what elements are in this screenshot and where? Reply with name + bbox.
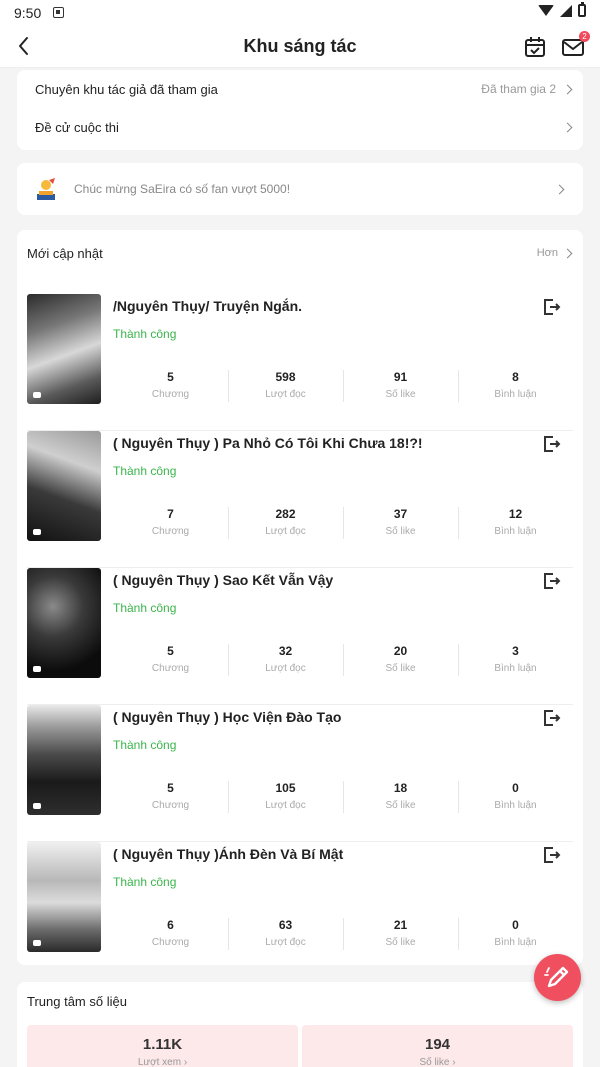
story-cover [27, 568, 101, 678]
stat-comments: 12 Bình luận [458, 507, 573, 541]
joined-zones-value: Đã tham gia 2 [481, 82, 556, 96]
stat-likes: 18 Số like [343, 781, 458, 815]
chevron-right-icon [562, 122, 573, 132]
story-stats: 5 Chương 32 Lượt đọc 20 Số like 3 Bình luận [113, 644, 573, 678]
stat-comments: 3 Bình luận [458, 644, 573, 678]
story-title: ( Nguyên Thụy ) Sao Kết Vẫn Vậy [113, 572, 334, 588]
stat-reads: 598 Lượt đọc [228, 370, 343, 404]
story-item[interactable]: ( Nguyên Thụy ) Học Viện Đào Tạo Thành c… [27, 705, 573, 842]
likes-label: Số like › [419, 1057, 456, 1067]
story-cover [27, 431, 101, 541]
story-status: Thành công [113, 738, 177, 752]
export-icon[interactable] [541, 297, 561, 317]
story-status: Thành công [113, 464, 177, 478]
story-title: ( Nguyên Thụy ) Học Viện Đào Tạo [113, 709, 342, 725]
fan-notice-text: Chúc mừng SaEira có số fan vượt 5000! [74, 182, 291, 196]
story-cover [27, 842, 101, 952]
story-stats: 5 Chương 598 Lượt đọc 91 Số like 8 Bình luận [113, 370, 573, 404]
story-item[interactable]: ( Nguyên Thụy ) Pa Nhỏ Có Tôi Khi Chưa 1… [27, 431, 573, 568]
likes-value: 194 [424, 1036, 451, 1053]
battery-icon [578, 2, 586, 17]
mail-badge: 2 [579, 31, 590, 42]
stat-likes: 91 Số like [343, 370, 458, 404]
chat-bubble-icon [33, 940, 41, 946]
story-item[interactable]: /Nguyên Thụy/ Truyện Ngắn. Thành công 5C… [27, 294, 573, 431]
top-links-card: Chuyên khu tác giả đã tham gia Đã tham g… [17, 70, 583, 150]
story-item[interactable]: ( Nguyên Thụy )Ánh Đèn Và Bí Mật Thành c… [27, 842, 573, 979]
chat-bubble-icon [33, 666, 41, 672]
contest-nomination-label: Đề cử cuộc thi [35, 119, 119, 135]
story-status: Thành công [113, 601, 177, 615]
fan-notice-card[interactable]: Chúc mừng SaEira có số fan vượt 5000! [17, 163, 583, 215]
stat-comments: 8 Bình luận [458, 370, 573, 404]
views-value: 1.11K [142, 1036, 183, 1053]
chevron-right-icon [562, 84, 573, 94]
stat-chapters: 5 Chương [151, 781, 190, 811]
page-title: Khu sáng tác [243, 36, 357, 56]
metrics-title: Trung tâm số liệu [27, 994, 127, 1009]
more-link[interactable]: Hơn [536, 247, 573, 259]
contest-nomination-row[interactable]: Đề cử cuộc thi [35, 108, 573, 146]
status-icons [538, 2, 586, 17]
updates-title: Mới cập nhật [27, 245, 103, 261]
stat-reads: 105 Lượt đọc [228, 781, 343, 815]
stat-chapters: 7 Chương [151, 507, 190, 537]
views-label: Lượt xem › [137, 1057, 188, 1067]
more-label: Hơn [536, 247, 558, 259]
write-fab-button[interactable] [534, 954, 581, 1001]
stat-comments: 0 Bình luận [458, 781, 573, 815]
export-icon[interactable] [541, 708, 561, 728]
export-icon[interactable] [541, 571, 561, 591]
stat-reads: 282 Lượt đọc [228, 507, 343, 541]
metrics-card: Trung tâm số liệu 1.11K Lượt xem › 194 S… [17, 982, 583, 1067]
notification-icon [53, 7, 64, 18]
views-metric[interactable]: 1.11K Lượt xem › [27, 1025, 298, 1067]
mail-button[interactable]: 2 [560, 31, 590, 60]
story-status: Thành công [113, 875, 177, 889]
chat-bubble-icon [33, 529, 41, 535]
chevron-right-icon [562, 248, 573, 258]
joined-zones-row[interactable]: Chuyên khu tác giả đã tham gia Đã tham g… [35, 70, 573, 108]
stat-chapters: 5 Chương [151, 370, 190, 400]
joined-zones-label: Chuyên khu tác giả đã tham gia [35, 81, 218, 97]
chevron-right-icon [554, 184, 565, 195]
export-icon[interactable] [541, 845, 561, 865]
wifi-icon [538, 5, 554, 16]
pencil-icon [544, 966, 569, 988]
stat-reads: 63 Lượt đọc [228, 918, 343, 952]
updates-header: Mới cập nhật Hơn [27, 244, 573, 262]
status-time: 9:50 [14, 5, 42, 21]
story-title: ( Nguyên Thụy )Ánh Đèn Và Bí Mật [113, 846, 344, 862]
app-bar: Khu sáng tác 2 [0, 26, 600, 68]
story-item[interactable]: ( Nguyên Thụy ) Sao Kết Vẫn Vậy Thành cô… [27, 568, 573, 705]
story-status: Thành công [113, 327, 177, 341]
calendar-icon[interactable] [522, 34, 548, 60]
updates-card: Mới cập nhật Hơn /Nguyên Thụy/ Truyện Ng… [17, 230, 583, 965]
story-stats: 7 Chương 282 Lượt đọc 37 Số like 12 Bình luậ… [113, 507, 573, 541]
stat-chapters: 5 Chương [151, 644, 190, 674]
fan-trophy-icon [37, 178, 55, 200]
export-icon[interactable] [541, 434, 561, 454]
status-bar: 9:50 [0, 0, 600, 26]
story-stats: 5 Chương 105 Lượt đọc 18 Số like 0 Bình luận [113, 781, 573, 815]
story-title: ( Nguyên Thụy ) Pa Nhỏ Có Tôi Khi Chưa 1… [113, 435, 423, 451]
stat-likes: 21 Số like [343, 918, 458, 952]
stat-comments: 0 Bình luận [458, 918, 573, 952]
stat-likes: 20 Số like [343, 644, 458, 678]
story-title: /Nguyên Thụy/ Truyện Ngắn. [113, 298, 303, 314]
chat-bubble-icon [33, 392, 41, 398]
chat-bubble-icon [33, 803, 41, 809]
stat-reads: 32 Lượt đọc [228, 644, 343, 678]
likes-metric[interactable]: 194 Số like › [302, 1025, 573, 1067]
story-cover [27, 294, 101, 404]
stat-likes: 37 Số like [343, 507, 458, 541]
stat-chapters: 6 Chương [151, 918, 190, 948]
signal-icon [560, 4, 572, 17]
story-cover [27, 705, 101, 815]
story-stats: 6 Chương 63 Lượt đọc 21 Số like 0 Bình luận [113, 918, 573, 952]
